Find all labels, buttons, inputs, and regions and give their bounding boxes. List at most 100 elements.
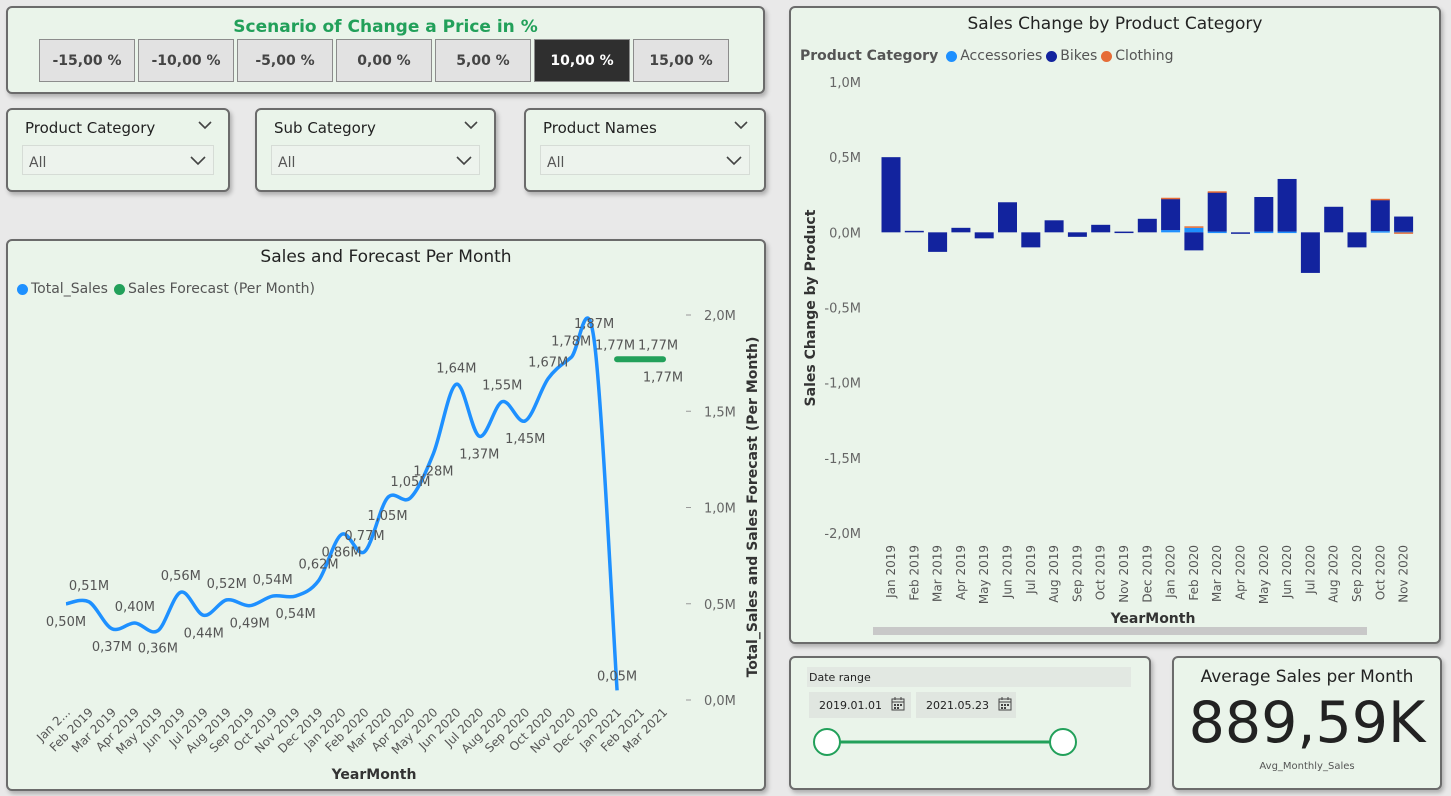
x-tick-label: Apr 2020 [1234,545,1248,600]
bar-bikes[interactable] [1044,220,1064,233]
kpi-title: Average Sales per Month [1200,667,1414,687]
data-label: 0,86M [321,545,361,560]
price-change-button[interactable]: 15,00 % [633,39,729,82]
bar-bikes[interactable] [1300,232,1320,273]
x-tick-label: Aug 2020 [1327,545,1341,603]
x-tick-label: Sep 2020 [1350,545,1364,602]
bar-bikes[interactable] [1137,218,1157,233]
bar-bikes[interactable] [974,232,994,239]
bar-bikes[interactable] [1277,178,1297,232]
bar-bikes[interactable] [1067,232,1087,237]
bar-bikes[interactable] [1021,232,1041,248]
price-change-button[interactable]: -5,00 % [237,39,333,82]
x-tick-label: Oct 2020 [1373,545,1387,600]
data-label: 0,49M [230,617,270,632]
bar-bikes[interactable] [1091,224,1111,233]
bar-bikes[interactable] [904,230,924,233]
bar-accessories[interactable] [1277,231,1297,234]
price-change-button[interactable]: 5,00 % [435,39,531,82]
bar-accessories[interactable] [1207,231,1227,234]
x-tick-label: Apr 2019 [954,545,968,600]
scenario-title: Scenario of Change a Price in % [233,17,538,37]
total-sales-line[interactable] [65,316,619,691]
data-label: 1,28M [413,465,453,480]
bar-accessories[interactable] [1254,231,1274,234]
bar-bikes[interactable] [1161,198,1181,231]
product-category-dropdown[interactable]: All [22,145,214,175]
start-date-input[interactable]: 2019.01.01 [809,692,911,718]
price-change-button[interactable]: -15,00 % [39,39,135,82]
calendar-icon[interactable] [998,697,1012,711]
bar-clothing[interactable] [1394,232,1414,234]
bar-bikes[interactable] [1114,231,1134,234]
bar-bikes[interactable] [1207,192,1227,232]
bar-clothing[interactable] [1184,226,1204,228]
bar-bikes[interactable] [881,157,901,233]
chevron-down-icon[interactable] [463,119,479,131]
y-tick-label: -1,0M [824,377,861,392]
sub-category-dropdown[interactable]: All [271,145,480,175]
dropdown-value: All [547,155,565,171]
y-tick-label: -2,0M [824,527,861,542]
y-tick-label: 1,0M [704,502,736,517]
bar-accessories[interactable] [1370,231,1390,233]
price-change-button[interactable]: 10,00 % [534,39,630,82]
x-tick-label: Oct 2019 [1094,545,1108,600]
date-range-slider[interactable] [809,722,1109,762]
data-label: 1,05M [367,509,407,524]
x-tick-label: Jul 2019 [1024,545,1038,595]
y-tick-label: 0,0M [829,226,861,241]
line-chart-plot[interactable]: 0,0M0,5M1,0M1,5M2,0MJan 2...Feb 2019Mar … [8,241,764,789]
bar-bikes[interactable] [928,232,948,252]
bar-accessories[interactable] [1161,230,1181,233]
x-tick-label: Feb 2020 [1187,545,1201,601]
data-label: 1,55M [482,379,522,394]
bar-bikes[interactable] [998,202,1017,233]
bar-clothing[interactable] [1207,191,1227,193]
data-label: 1,87M [574,317,614,332]
product-names-dropdown[interactable]: All [540,145,750,175]
bar-bikes[interactable] [1370,199,1390,232]
bar-bikes[interactable] [1184,232,1204,251]
chevron-down-icon[interactable] [733,119,749,131]
x-tick-label: Aug 2019 [1047,545,1061,603]
chevron-down-icon [190,156,206,166]
chevron-down-icon[interactable] [197,119,213,131]
y-tick-label: 2,0M [704,309,736,324]
bar-bikes[interactable] [1394,216,1414,232]
x-axis-title: YearMonth [331,767,417,783]
bar-accessories[interactable] [1184,227,1204,233]
bar-clothing[interactable] [1370,198,1390,201]
x-tick-label: Mar 2019 [931,545,945,602]
slicer-product-names: Product Names All [524,108,766,192]
bar-bikes[interactable] [1231,232,1250,234]
price-change-button[interactable]: 0,00 % [336,39,432,82]
horizontal-scrollbar[interactable] [873,627,1367,635]
y-axis-title: Total_Sales and Sales Forecast (Per Mont… [745,337,761,678]
slider-start-handle[interactable] [813,728,841,756]
y-tick-label: -1,5M [824,452,861,467]
data-label: 0,40M [115,600,155,615]
x-tick-label: Jan 2020 [1164,545,1178,599]
end-date-value: 2021.05.23 [926,699,989,712]
sales-change-chart-card: Sales Change by Product Category Product… [789,6,1441,644]
start-date-value: 2019.01.01 [819,699,882,712]
data-label: 0,36M [138,642,178,657]
slider-end-handle[interactable] [1049,728,1077,756]
calendar-icon[interactable] [891,697,905,711]
data-label: 0,77M [344,529,384,544]
bar-bikes[interactable] [1254,197,1274,232]
data-label: 1,67M [528,356,568,371]
y-axis-title: Sales Change by Product [803,209,819,406]
y-tick-label: 0,5M [704,598,736,613]
bar-bikes[interactable] [1324,206,1344,233]
bar-bikes[interactable] [1347,232,1367,248]
end-date-input[interactable]: 2021.05.23 [916,692,1016,718]
price-change-button[interactable]: -10,00 % [138,39,234,82]
data-label: 0,56M [161,569,201,584]
bar-clothing[interactable] [1161,197,1181,200]
bar-bikes[interactable] [951,227,971,233]
chevron-down-icon [726,156,742,166]
x-tick-label: Nov 2019 [1117,545,1131,603]
bar-chart-plot[interactable]: 1,0M0,5M0,0M-0,5M-1,0M-1,5M-2,0MSales Ch… [791,8,1439,642]
